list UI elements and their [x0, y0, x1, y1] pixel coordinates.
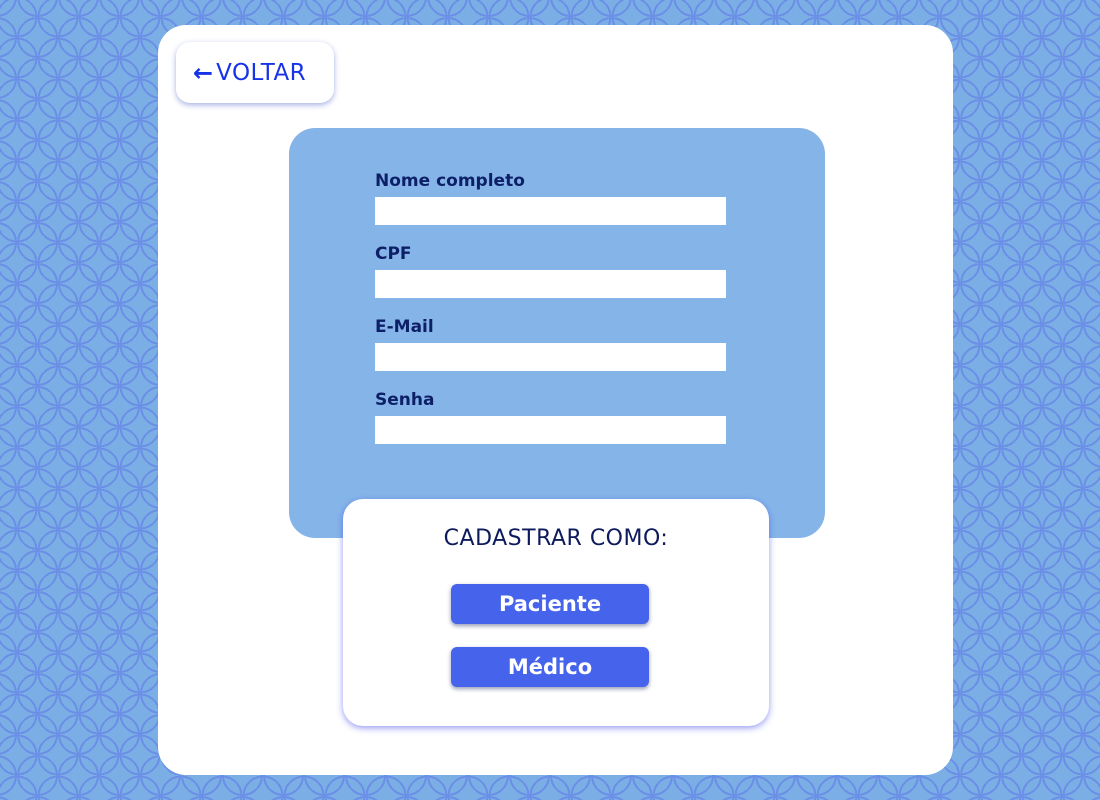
email-label: E-Mail [375, 317, 434, 337]
register-as-title: CADASTRAR COMO: [443, 526, 669, 551]
cpf-input[interactable] [375, 270, 726, 298]
full-name-label: Nome completo [375, 171, 525, 191]
email-input[interactable] [375, 343, 726, 371]
arrow-left-icon: ← [193, 58, 214, 87]
form-panel [289, 128, 825, 538]
password-input[interactable] [375, 416, 726, 444]
back-button[interactable]: ← VOLTAR [176, 42, 334, 103]
cpf-label: CPF [375, 244, 412, 264]
back-button-label: VOLTAR [216, 59, 307, 86]
doctor-button[interactable]: Médico [451, 647, 649, 687]
patient-button[interactable]: Paciente [451, 584, 649, 624]
full-name-input[interactable] [375, 197, 726, 225]
password-label: Senha [375, 390, 435, 410]
